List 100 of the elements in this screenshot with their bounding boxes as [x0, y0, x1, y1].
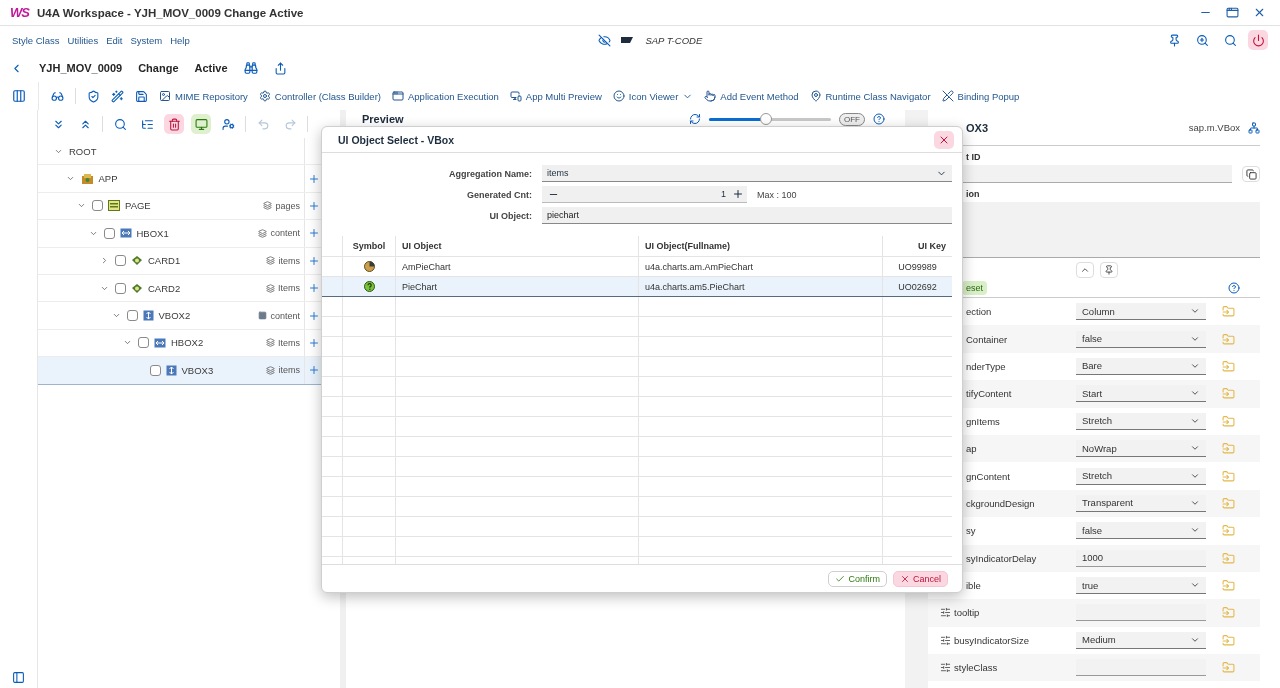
share-icon[interactable] [273, 61, 287, 75]
hand-pointer-icon [704, 90, 717, 102]
checkbox[interactable] [149, 364, 161, 376]
property-select[interactable]: NoWrap [1076, 440, 1206, 458]
folder-icon[interactable] [1222, 469, 1235, 483]
property-select[interactable]: Medium [1076, 631, 1206, 649]
property-input[interactable] [1076, 659, 1206, 677]
panel-icon[interactable] [12, 671, 25, 684]
help-icon [363, 281, 375, 292]
table-row[interactable]: PieChart u4a.charts.am5.PieChart UO02692 [322, 277, 952, 297]
property-select[interactable]: Bare [1076, 357, 1206, 375]
close-button[interactable] [934, 130, 954, 149]
pen-off-icon [941, 90, 954, 102]
pie-chart-icon [363, 261, 375, 272]
aggregation-select[interactable]: items [542, 165, 952, 182]
object-field[interactable]: piechart [542, 207, 952, 224]
pin-icon [1104, 265, 1114, 275]
magic-wand-icon[interactable] [111, 89, 124, 103]
checkbox[interactable] [138, 337, 149, 349]
confirm-button[interactable]: Confirm [828, 570, 887, 587]
checkbox[interactable] [115, 255, 126, 267]
glasses-icon[interactable] [51, 89, 64, 103]
toolbar-button[interactable]: Icon Viewer [612, 90, 694, 102]
help-icon[interactable] [1228, 281, 1240, 294]
preview-title: Preview [362, 113, 405, 125]
slider-thumb[interactable] [760, 112, 773, 125]
property-select[interactable]: Start [1076, 385, 1206, 403]
folder-icon[interactable] [1222, 524, 1235, 538]
save-icon[interactable] [135, 89, 148, 103]
checkbox[interactable] [92, 200, 103, 212]
property-select[interactable]: Column [1076, 303, 1206, 321]
folder-icon[interactable] [1222, 305, 1235, 319]
property-input[interactable]: 1000 [1076, 549, 1206, 567]
add-icon[interactable] [307, 199, 320, 212]
power-button[interactable] [1248, 30, 1268, 50]
menu-item[interactable]: Help [170, 34, 190, 46]
menu-item[interactable]: Style Class [12, 34, 60, 46]
pin-button[interactable] [1100, 262, 1118, 278]
menu-item[interactable]: Edit [106, 34, 123, 46]
folder-icon[interactable] [1222, 414, 1235, 428]
help-icon[interactable] [873, 113, 885, 125]
property-input[interactable] [1076, 604, 1206, 622]
property-select[interactable]: Transparent [1076, 494, 1206, 512]
folder-icon[interactable] [1222, 579, 1235, 593]
add-icon[interactable] [307, 172, 320, 185]
add-icon[interactable] [307, 336, 320, 349]
property-select[interactable]: false [1076, 522, 1206, 540]
binoculars-icon[interactable] [243, 61, 258, 75]
property-name: nderType [965, 360, 1006, 372]
toolbar-button[interactable]: Add Event Method [704, 90, 799, 102]
status-label: Active [194, 62, 228, 74]
monitor-button[interactable] [191, 114, 211, 134]
property-select[interactable]: true [1076, 577, 1206, 595]
folder-icon[interactable] [1222, 633, 1235, 647]
node-label: VBOX2 [158, 310, 192, 322]
property-select[interactable]: Stretch [1076, 467, 1206, 485]
monitor-icon [194, 117, 208, 131]
card-icon [131, 282, 143, 294]
toolbar-button[interactable]: MIME Repository [159, 90, 248, 102]
toolbar-button[interactable]: Controller (Class Builder) [258, 90, 381, 102]
zoom-in-icon [1195, 33, 1209, 47]
property-name: busyIndicatorSize [954, 634, 1029, 646]
preview-switch[interactable]: OFF [839, 112, 865, 126]
undo-icon [256, 117, 270, 131]
close-icon[interactable] [1253, 6, 1266, 19]
columns-icon[interactable] [12, 89, 26, 103]
property-select[interactable]: Stretch [1076, 412, 1206, 430]
add-icon[interactable] [307, 364, 320, 377]
eye-off-icon[interactable] [598, 33, 612, 47]
property-select[interactable]: false [1076, 330, 1206, 348]
checkbox[interactable] [103, 227, 115, 239]
plus-icon[interactable] [732, 188, 744, 200]
chevron-right-icon[interactable] [100, 256, 109, 266]
reset-button[interactable]: eset [962, 280, 987, 295]
maximize-icon[interactable] [1226, 6, 1239, 19]
count-stepper[interactable]: 1 [542, 186, 747, 203]
folder-icon[interactable] [1222, 359, 1235, 373]
tcode-field[interactable]: SAP T-CODE [643, 33, 764, 47]
cancel-button[interactable]: Cancel [893, 570, 948, 587]
toolbar-button[interactable]: Binding Popup [941, 90, 1020, 102]
network-icon[interactable] [1248, 121, 1260, 134]
menu-item[interactable]: System [130, 34, 163, 46]
add-icon[interactable] [307, 282, 320, 295]
checkbox[interactable] [126, 310, 138, 322]
shield-icon[interactable] [87, 89, 100, 103]
copy-icon [1245, 168, 1257, 180]
toolbar-button[interactable]: App Multi Preview [509, 90, 602, 102]
delete-button[interactable] [164, 114, 184, 134]
copy-button[interactable] [1242, 166, 1260, 182]
toolbar-button[interactable]: Application Execution [392, 90, 499, 102]
table-row[interactable]: AmPieChart u4a.charts.am.AmPieChart UO99989 [322, 257, 952, 277]
add-icon[interactable] [307, 227, 320, 240]
refresh-icon[interactable] [689, 113, 701, 125]
collapse-button[interactable] [1076, 262, 1094, 278]
aggregation-label: items [278, 365, 300, 376]
add-icon[interactable] [307, 309, 320, 322]
checkbox[interactable] [115, 282, 126, 294]
toolbar-button[interactable]: Runtime Class Navigator [809, 90, 931, 102]
menu-item[interactable]: Utilities [67, 34, 99, 46]
add-icon[interactable] [307, 254, 320, 267]
